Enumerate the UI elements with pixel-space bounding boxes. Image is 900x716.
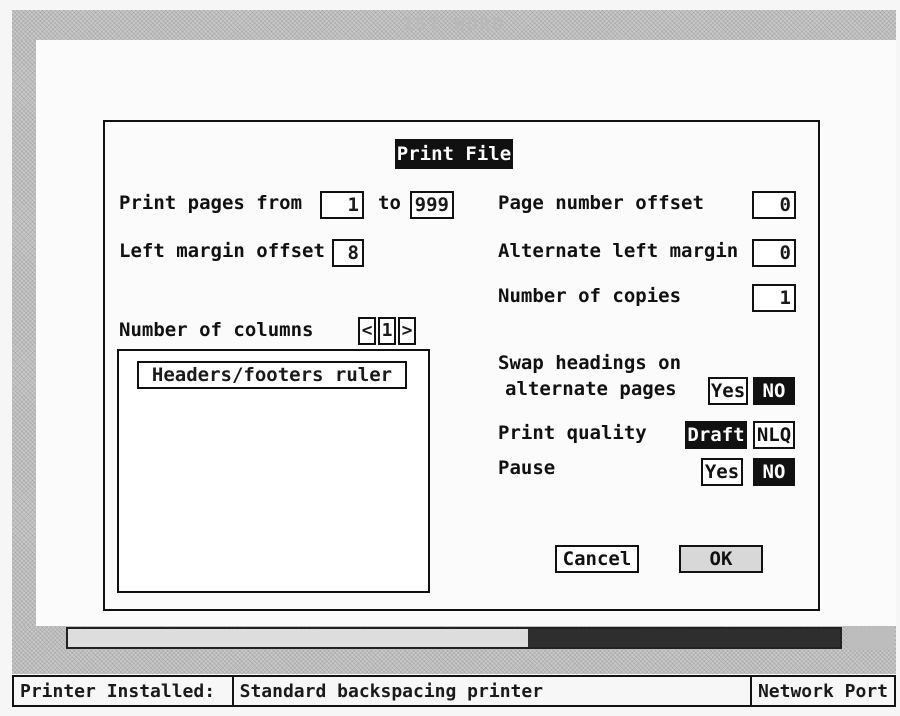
to-label: to [378, 192, 401, 214]
columns-value-field[interactable]: 1 [378, 317, 396, 345]
print-quality-nlq-button[interactable]: NLQ [753, 421, 795, 449]
number-of-copies-field[interactable]: 1 [752, 284, 796, 312]
columns-preview-box: Headers/footers ruler [117, 349, 430, 593]
headers-footers-ruler-button[interactable]: Headers/footers ruler [137, 361, 407, 389]
left-margin-offset-label: Left margin offset [119, 240, 325, 262]
printer-installed-label: Printer Installed: [14, 677, 234, 705]
swap-headings-no-button[interactable]: NO [753, 377, 795, 405]
from-page-field[interactable]: 1 [320, 191, 364, 219]
pause-yes-button[interactable]: Yes [701, 458, 743, 486]
alternate-left-margin-label: Alternate left margin [498, 240, 739, 262]
pause-no-button[interactable]: NO [753, 458, 795, 486]
scroll-arrow-right-icon[interactable] [848, 627, 894, 649]
pause-label: Pause [498, 457, 556, 479]
to-page-field[interactable]: 999 [410, 191, 454, 219]
scrollbar-thumb[interactable] [528, 629, 840, 647]
columns-decrease-button[interactable]: < [358, 317, 376, 345]
dialog-title: Print File [395, 139, 513, 169]
page-number-offset-field[interactable]: 0 [752, 191, 796, 219]
window-title: 1ST WORD [402, 14, 506, 35]
window-title-bar[interactable]: 1ST WORD [12, 10, 896, 40]
horizontal-scrollbar[interactable] [66, 627, 842, 649]
printer-name: Standard backspacing printer [234, 677, 752, 705]
swap-headings-label-line2: alternate pages [505, 378, 677, 400]
number-of-columns-label: Number of columns [119, 319, 314, 341]
status-bar: Printer Installed: Standard backspacing … [12, 675, 896, 707]
print-file-dialog: Print File Print pages from 1 to 999 Lef… [103, 120, 820, 611]
left-margin-offset-field[interactable]: 8 [332, 239, 364, 267]
ok-button[interactable]: OK [679, 545, 763, 573]
number-of-copies-label: Number of copies [498, 285, 682, 307]
swap-headings-label-line1: Swap headings on [498, 352, 682, 374]
alternate-left-margin-field[interactable]: 0 [752, 239, 796, 267]
swap-headings-yes-button[interactable]: Yes [708, 377, 748, 405]
print-quality-draft-button[interactable]: Draft [685, 421, 747, 449]
print-pages-from-label: Print pages from [119, 192, 303, 214]
port-name: Network Port [757, 680, 888, 702]
columns-increase-button[interactable]: > [398, 317, 416, 345]
page-number-offset-label: Page number offset [498, 192, 704, 214]
cancel-button[interactable]: Cancel [555, 545, 639, 573]
window-left-border [12, 40, 36, 626]
print-quality-label: Print quality [498, 422, 647, 444]
